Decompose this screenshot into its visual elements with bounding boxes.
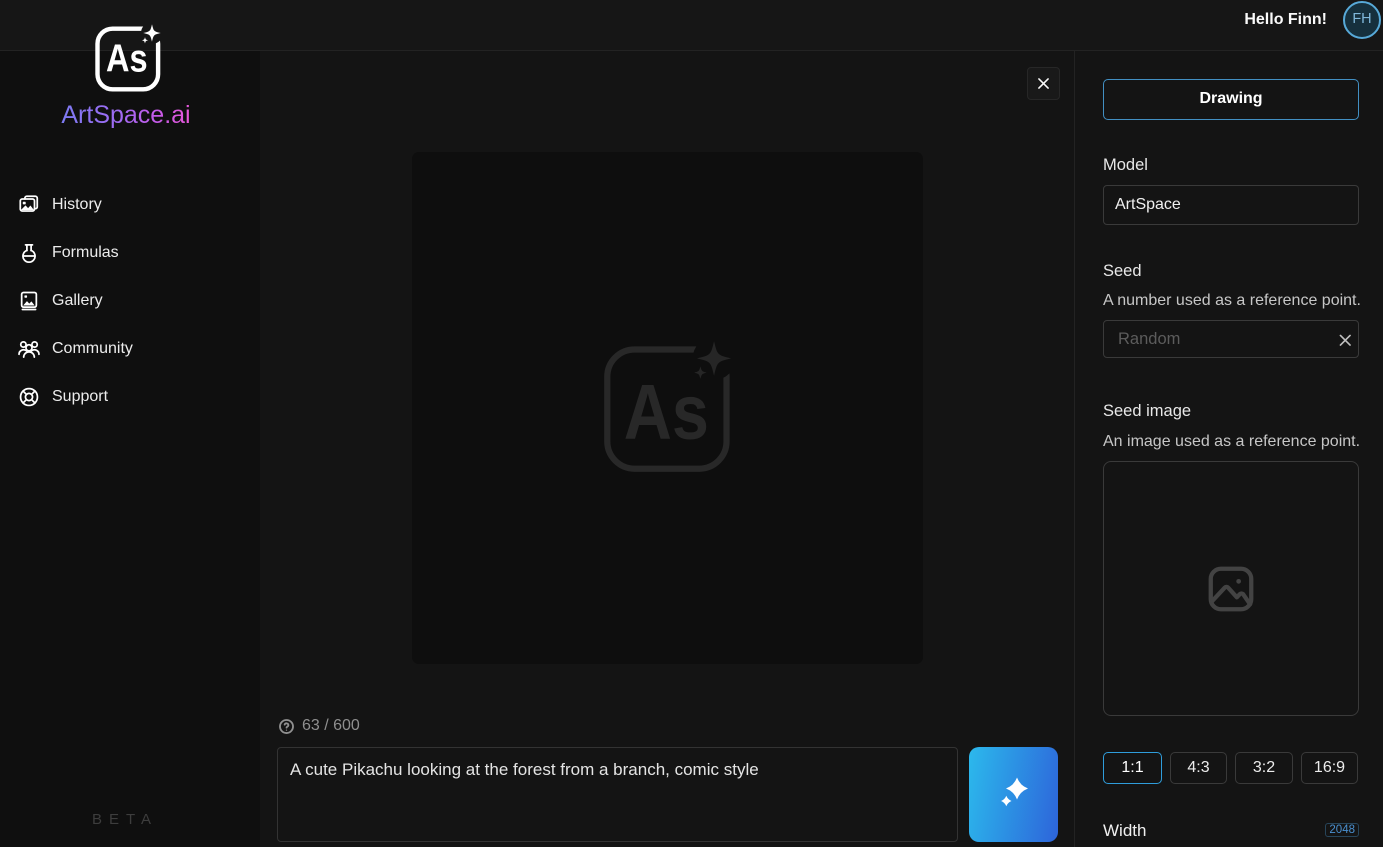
svg-text:As: As <box>106 38 148 81</box>
svg-text:As: As <box>624 367 709 455</box>
